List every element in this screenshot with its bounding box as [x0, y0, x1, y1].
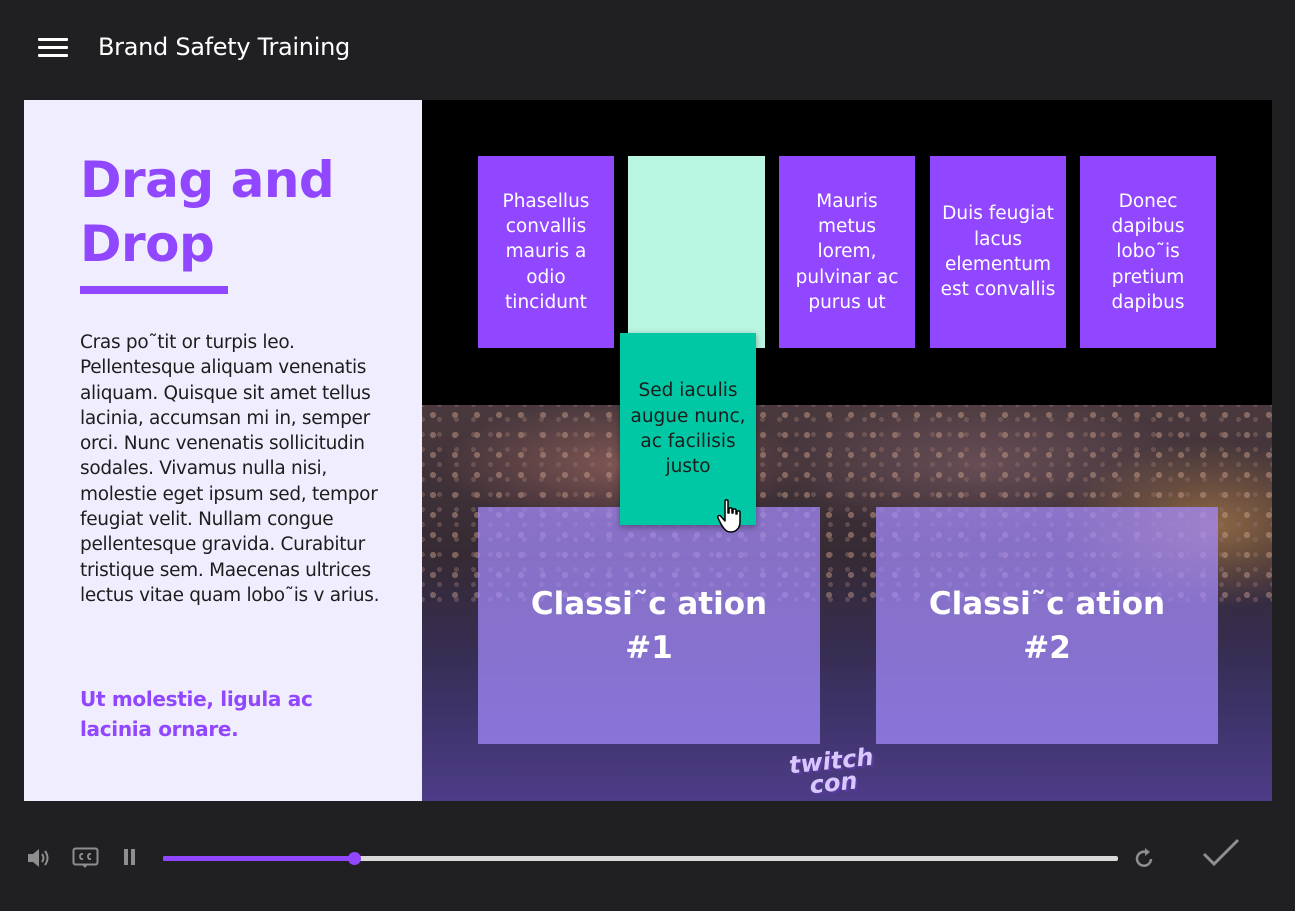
- slide-heading: Drag and Drop: [80, 151, 335, 273]
- drop-zone-classification-2[interactable]: Classi˜c ation #2: [876, 507, 1218, 744]
- drop-zone-title: Classi˜c ation: [530, 585, 768, 622]
- replay-icon[interactable]: [1134, 847, 1156, 869]
- drop-zone-title: Classi˜c ation: [928, 585, 1166, 622]
- drop-zone-classification-1[interactable]: Classi˜c ation #1: [478, 507, 820, 744]
- grab-hand-cursor-icon: [717, 499, 741, 533]
- drag-card-4[interactable]: Duis feugiat lacus elementum est convall…: [930, 156, 1066, 348]
- twitchcon-logo: twitch con: [787, 742, 875, 800]
- callout-text: Ut molestie, ligula ac lacinia ornare.: [80, 687, 313, 741]
- empty-card-slot: [628, 156, 765, 348]
- closed-captions-icon[interactable]: [72, 847, 99, 869]
- progress-bar[interactable]: [163, 852, 1118, 865]
- drag-card-3[interactable]: Mauris metus lorem, pulvinar ac purus ut: [779, 156, 915, 348]
- drop-zone-number: #2: [1023, 629, 1071, 666]
- progress-handle[interactable]: [348, 852, 361, 865]
- top-bar: Brand Safety Training: [0, 0, 1295, 100]
- speaker-icon[interactable]: [26, 846, 52, 870]
- heading-underline: [80, 286, 228, 294]
- pause-icon[interactable]: [122, 848, 138, 866]
- hamburger-menu-icon[interactable]: [38, 38, 68, 58]
- drag-drop-stage: twitch con Phasellus convallis mauris a o…: [422, 100, 1272, 801]
- instruction-text: Cras po˜tit or turpis leo. Pellentesque …: [80, 332, 380, 606]
- player-controls: [0, 801, 1295, 911]
- drag-card-1[interactable]: Phasellus convallis mauris a odio tincid…: [478, 156, 614, 348]
- instruction-panel: Drag and Drop Cras po˜tit or turpis leo.…: [24, 100, 422, 801]
- progress-fill: [163, 856, 354, 861]
- course-title: Brand Safety Training: [98, 33, 350, 61]
- drop-zone-number: #1: [625, 629, 673, 666]
- drag-card-5[interactable]: Donec dapibus lobo˜is pretium dapibus: [1080, 156, 1216, 348]
- checkmark-icon[interactable]: [1202, 838, 1240, 868]
- slide: Drag and Drop Cras po˜tit or turpis leo.…: [24, 100, 1272, 801]
- dragging-card[interactable]: Sed iaculis augue nunc, ac facilisis jus…: [620, 333, 756, 525]
